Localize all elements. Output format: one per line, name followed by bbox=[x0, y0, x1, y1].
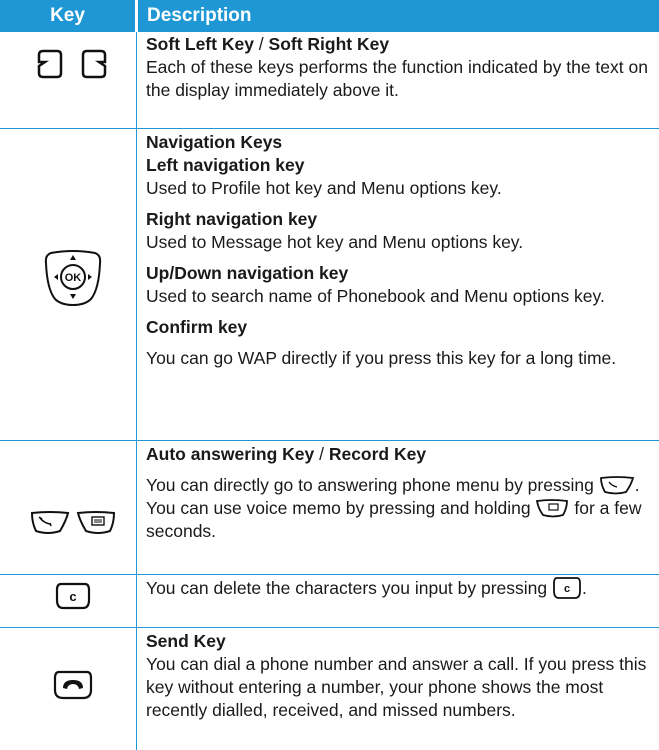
clear-text-b: . bbox=[582, 578, 587, 598]
auto-answer-title: Auto answering Key bbox=[146, 444, 315, 464]
send-title: Send Key bbox=[146, 631, 226, 651]
clear-key-label: c bbox=[69, 589, 76, 604]
soft-right-title: Soft Right Key bbox=[268, 34, 390, 54]
nav-updown-title: Up/Down navigation key bbox=[146, 263, 349, 283]
separator: / bbox=[253, 34, 269, 54]
clear-key-icon: c bbox=[55, 582, 91, 610]
header-key: Key bbox=[0, 0, 135, 32]
nav-right-title: Right navigation key bbox=[146, 209, 318, 229]
record-key-inline-icon bbox=[536, 499, 569, 518]
send-key-description: Send Key You can dial a phone number and… bbox=[146, 630, 651, 722]
navigation-key-description: Navigation Keys Left navigation key Used… bbox=[146, 131, 651, 370]
column-divider bbox=[136, 32, 137, 750]
ok-label: OK bbox=[65, 272, 82, 284]
separator: / bbox=[314, 444, 329, 464]
soft-key-description: Soft Left Key / Soft Right Key Each of t… bbox=[146, 33, 651, 102]
clear-key-description: You can delete the characters you input … bbox=[146, 576, 651, 600]
send-text: You can dial a phone number and answer a… bbox=[146, 654, 647, 720]
answering-key-inline-icon bbox=[599, 476, 634, 495]
answer-record-keys-icon bbox=[30, 511, 116, 534]
soft-left-title: Soft Left Key bbox=[146, 34, 254, 54]
nav-left-text: Used to Profile hot key and Menu options… bbox=[146, 178, 502, 198]
clear-key-inline-icon: c bbox=[553, 577, 581, 599]
row-divider bbox=[0, 440, 659, 441]
soft-key-text: Each of these keys performs the function… bbox=[146, 57, 648, 100]
clear-text-a: You can delete the characters you input … bbox=[146, 578, 548, 598]
nav-confirm-text: You can go WAP directly if you press thi… bbox=[146, 348, 617, 368]
nav-left-title: Left navigation key bbox=[146, 155, 305, 175]
answer-record-description: Auto answering Key / Record Key You can … bbox=[146, 443, 651, 543]
soft-keys-icon bbox=[37, 49, 107, 79]
send-key-icon bbox=[53, 670, 93, 700]
header-description: Description bbox=[138, 0, 659, 32]
row-divider bbox=[0, 574, 659, 575]
svg-text:c: c bbox=[564, 583, 570, 595]
nav-confirm-title: Confirm key bbox=[146, 317, 248, 337]
nav-updown-text: Used to search name of Phonebook and Men… bbox=[146, 286, 605, 306]
nav-right-text: Used to Message hot key and Menu options… bbox=[146, 232, 524, 252]
auto-text-a: You can directly go to answering phone m… bbox=[146, 475, 594, 495]
record-title: Record Key bbox=[328, 444, 427, 464]
nav-title: Navigation Keys bbox=[146, 132, 283, 152]
row-divider bbox=[0, 627, 659, 628]
row-divider bbox=[0, 128, 659, 129]
navigation-key-icon: OK bbox=[44, 250, 102, 307]
